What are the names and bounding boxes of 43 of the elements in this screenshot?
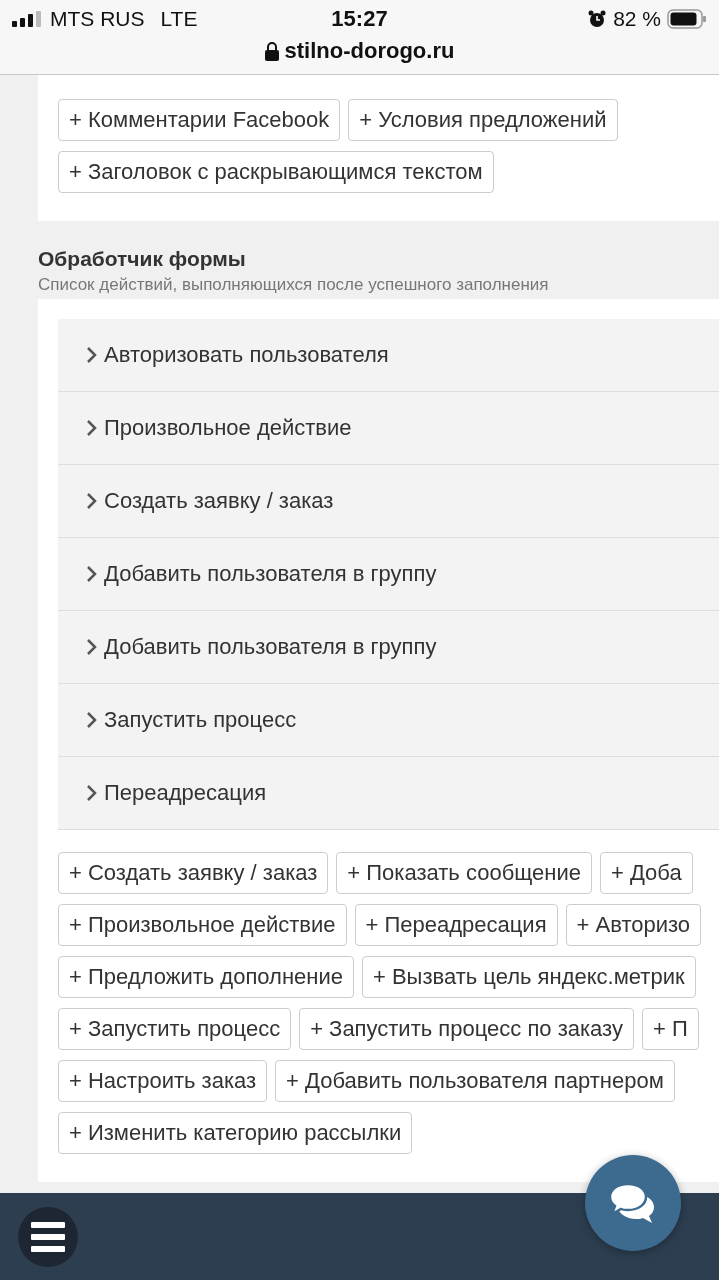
battery-icon	[667, 9, 707, 29]
chevron-icon	[86, 784, 98, 802]
add-action-button[interactable]: + Изменить категорию рассылки	[58, 1112, 413, 1154]
add-block-button[interactable]: + Условия предложений	[348, 99, 618, 141]
add-action-button[interactable]: + Создать заявку / заказ	[58, 852, 329, 894]
page-url[interactable]: stilno-dorogo.ru	[284, 38, 455, 64]
add-action-button[interactable]: + Авторизо	[565, 904, 702, 946]
chevron-icon	[86, 711, 98, 729]
alarm-clock-icon	[587, 9, 608, 29]
add-action-button[interactable]: + Запустить процесс	[58, 1008, 292, 1050]
chevron-icon	[86, 346, 98, 364]
chevron-icon	[86, 419, 98, 437]
section-title: Обработчик формы	[38, 247, 247, 271]
add-action-button[interactable]: + Добавить пользователя партнером	[275, 1060, 675, 1102]
lock-icon	[264, 41, 279, 61]
section-subtitle: Список действий, выполняющихся после успешного заполнения	[38, 275, 550, 295]
add-action-button[interactable]: + Доба	[600, 852, 693, 894]
network-type: LTE	[160, 7, 198, 31]
action-item[interactable]: Переадресация	[58, 757, 719, 830]
chevron-icon	[86, 638, 98, 656]
add-action-button[interactable]: + Вызвать цель яндекс.метрик	[361, 956, 696, 998]
add-block-button[interactable]: + Заголовок с раскрывающимся текстом	[58, 151, 494, 193]
action-item[interactable]: Добавить пользователя в группу	[58, 538, 719, 611]
chevron-icon	[86, 492, 98, 510]
clock-time: 15:27	[331, 6, 388, 32]
action-item[interactable]: Запустить процесс	[58, 684, 719, 757]
add-action-button[interactable]: + Запустить процесс по заказу	[299, 1008, 634, 1050]
action-item[interactable]: Добавить пользователя в группу	[58, 611, 719, 684]
action-item[interactable]: Произвольное действие	[58, 392, 719, 465]
add-block-button[interactable]: + Комментарии Facebook	[58, 99, 341, 141]
action-item[interactable]: Авторизовать пользователя	[58, 319, 719, 392]
action-item[interactable]: Создать заявку / заказ	[58, 465, 719, 538]
add-action-button[interactable]: + Переадресация	[354, 904, 558, 946]
carrier-name: MTS RUS	[50, 7, 145, 31]
add-action-button[interactable]: + Произвольное действие	[58, 904, 347, 946]
signal-icon	[12, 11, 42, 27]
add-action-button[interactable]: + Показать сообщение	[336, 852, 592, 894]
add-action-button[interactable]: + Настроить заказ	[58, 1060, 268, 1102]
add-action-button[interactable]: + Предложить дополнение	[58, 956, 354, 998]
battery-percent: 82 %	[613, 7, 661, 31]
add-action-button[interactable]: + П	[641, 1008, 699, 1050]
menu-icon	[31, 1221, 65, 1252]
chevron-icon	[86, 565, 98, 583]
